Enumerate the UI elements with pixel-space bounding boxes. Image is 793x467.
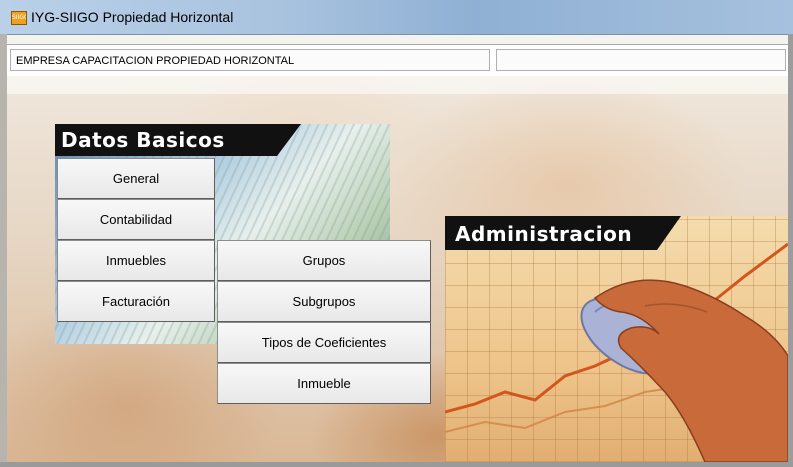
background-highlight (7, 76, 788, 94)
title-bar[interactable]: SIIGO IYG-SIIGO Propiedad Horizontal (0, 0, 793, 35)
app-window: SIIGO IYG-SIIGO Propiedad Horizontal EMP… (0, 0, 793, 467)
inmuebles-button[interactable]: Inmuebles (57, 240, 215, 281)
tipos-de-coeficientes-menu-item[interactable]: Tipos de Coeficientes (217, 322, 431, 363)
administracion-title: Administracion (455, 222, 633, 246)
datos-basicos-header: Datos Basicos (55, 124, 301, 156)
datos-basicos-title: Datos Basicos (61, 128, 225, 152)
administracion-header: Administracion (445, 216, 681, 250)
main-background: Datos Basicos General Contabilidad Inmue… (7, 76, 788, 462)
administracion-illustration (445, 242, 788, 462)
hand-icon (593, 279, 788, 462)
administracion-panel[interactable]: Administracion (445, 216, 788, 462)
contabilidad-button[interactable]: Contabilidad (57, 199, 215, 240)
subgrupos-menu-item[interactable]: Subgrupos (217, 281, 431, 322)
status-field-secondary (496, 49, 786, 71)
facturacion-button[interactable]: Facturación (57, 281, 215, 322)
company-name-field: EMPRESA CAPACITACION PROPIEDAD HORIZONTA… (10, 49, 490, 71)
company-status-bar: EMPRESA CAPACITACION PROPIEDAD HORIZONTA… (7, 44, 788, 77)
window-left-border (0, 34, 7, 467)
inmueble-menu-item[interactable]: Inmueble (217, 363, 431, 404)
general-button[interactable]: General (57, 158, 215, 199)
siigo-app-icon[interactable]: SIIGO (11, 11, 27, 25)
window-title: IYG-SIIGO Propiedad Horizontal (31, 9, 234, 25)
window-right-border (788, 34, 793, 467)
window-bottom-border (0, 462, 793, 467)
grupos-menu-item[interactable]: Grupos (217, 240, 431, 281)
